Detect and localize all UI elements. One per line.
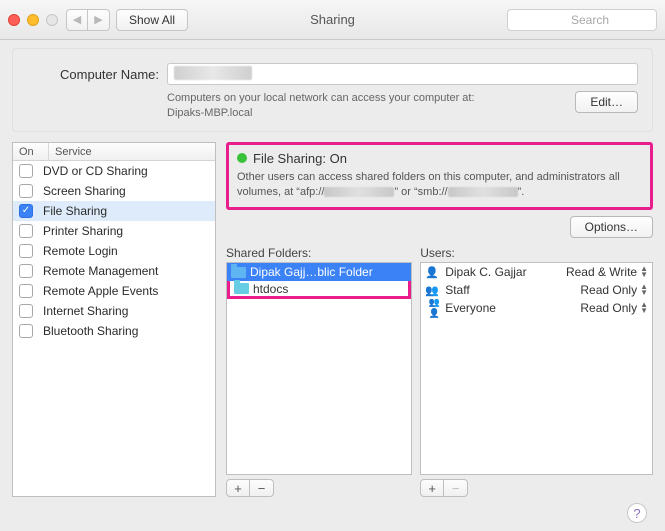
status-description: Other users can access shared folders on… (237, 170, 642, 200)
window-controls (8, 14, 58, 26)
service-row[interactable]: Remote Management (13, 261, 215, 281)
options-button[interactable]: Options… (570, 216, 653, 238)
service-checkbox[interactable] (19, 304, 33, 318)
computer-name-label: Computer Name: (27, 67, 159, 82)
user-name: Staff (445, 283, 574, 297)
service-label: Remote Login (43, 244, 118, 258)
sharing-prefpane: ◀ ▶ Show All Sharing 🔍 Computer Name: Co… (0, 0, 665, 531)
back-button[interactable]: ◀ (66, 9, 88, 31)
service-list: On Service DVD or CD Sharing Screen Shari… (12, 142, 216, 497)
shared-folders-label: Shared Folders: (226, 246, 412, 260)
user-row[interactable]: 👤 Dipak C. Gajjar Read & Write▲▼ (421, 263, 652, 281)
group-icon: 👥👤 (425, 297, 439, 319)
service-row[interactable]: Screen Sharing (13, 181, 215, 201)
titlebar: ◀ ▶ Show All Sharing 🔍 (0, 0, 665, 40)
folder-icon (231, 267, 246, 278)
user-permission-select[interactable]: Read Only▲▼ (580, 301, 648, 315)
service-row[interactable]: Printer Sharing (13, 221, 215, 241)
computer-name-hint: Computers on your local network can acce… (167, 91, 565, 121)
remove-shared-folder-button[interactable]: − (250, 479, 274, 497)
service-row[interactable]: Remote Login (13, 241, 215, 261)
shared-folders-list[interactable]: Dipak Gajj…blic Folder htdocs (226, 262, 412, 475)
service-checkbox[interactable] (19, 224, 33, 238)
service-label: Internet Sharing (43, 304, 128, 318)
afp-address-redacted (324, 187, 394, 197)
service-label: Bluetooth Sharing (43, 324, 138, 338)
add-user-button[interactable]: + (420, 479, 444, 497)
edit-hostname-button[interactable]: Edit… (575, 91, 638, 113)
stepper-icon: ▲▼ (640, 284, 648, 296)
minimize-icon[interactable] (27, 14, 39, 26)
pair-icon: 👥 (425, 284, 439, 297)
service-checkbox[interactable] (19, 244, 33, 258)
service-checkbox[interactable] (19, 324, 33, 338)
user-name: Everyone (445, 301, 574, 315)
user-permission-select[interactable]: Read Only▲▼ (580, 283, 648, 297)
service-row[interactable]: Remote Apple Events (13, 281, 215, 301)
service-label: Remote Apple Events (43, 284, 158, 298)
close-icon[interactable] (8, 14, 20, 26)
status-indicator-icon (237, 153, 247, 163)
column-on: On (13, 143, 49, 160)
shared-folder-label: htdocs (253, 282, 288, 296)
service-checkbox[interactable] (19, 284, 33, 298)
stepper-icon: ▲▼ (640, 302, 648, 314)
shared-folder-label: Dipak Gajj…blic Folder (250, 265, 373, 279)
status-title: File Sharing: On (253, 151, 347, 166)
service-row[interactable]: Internet Sharing (13, 301, 215, 321)
computer-name-redacted (174, 66, 252, 80)
service-label: Screen Sharing (43, 184, 126, 198)
computer-name-field[interactable] (167, 63, 638, 85)
content-area: Computer Name: Computers on your local n… (0, 40, 665, 531)
service-row[interactable]: DVD or CD Sharing (13, 161, 215, 181)
folder-icon (234, 283, 249, 294)
service-label: File Sharing (43, 204, 107, 218)
service-label: Remote Management (43, 264, 158, 278)
users-label: Users: (420, 246, 653, 260)
search-input[interactable] (507, 9, 657, 31)
add-shared-folder-button[interactable]: + (226, 479, 250, 497)
person-icon: 👤 (425, 266, 439, 279)
users-addremove: + − (420, 479, 653, 497)
users-list[interactable]: 👤 Dipak C. Gajjar Read & Write▲▼ 👥 Staff Read… (420, 262, 653, 475)
user-name: Dipak C. Gajjar (445, 265, 560, 279)
stepper-icon: ▲▼ (640, 266, 648, 278)
computer-name-section: Computer Name: Computers on your local n… (12, 48, 653, 132)
service-label: Printer Sharing (43, 224, 123, 238)
remove-user-button: − (444, 479, 468, 497)
service-checkbox[interactable]: ✓ (19, 204, 33, 218)
user-permission-select[interactable]: Read & Write▲▼ (566, 265, 648, 279)
footer: ? (12, 497, 653, 523)
status-callout: File Sharing: On Other users can access … (226, 142, 653, 211)
service-list-header: On Service (13, 143, 215, 161)
zoom-icon (46, 14, 58, 26)
show-all-button[interactable]: Show All (116, 9, 188, 31)
service-checkbox[interactable] (19, 164, 33, 178)
smb-address-redacted (448, 187, 518, 197)
search-field[interactable]: 🔍 (507, 9, 657, 31)
column-service: Service (49, 143, 215, 160)
forward-button: ▶ (88, 9, 110, 31)
help-button[interactable]: ? (627, 503, 647, 523)
service-row[interactable]: ✓ File Sharing (13, 201, 215, 221)
service-checkbox[interactable] (19, 184, 33, 198)
service-row[interactable]: Bluetooth Sharing (13, 321, 215, 341)
nav-back-forward: ◀ ▶ (66, 9, 110, 31)
service-label: DVD or CD Sharing (43, 164, 148, 178)
shared-folders-addremove: + − (226, 479, 412, 497)
service-checkbox[interactable] (19, 264, 33, 278)
user-row[interactable]: 👥 Staff Read Only▲▼ (421, 281, 652, 299)
user-row[interactable]: 👥👤 Everyone Read Only▲▼ (421, 299, 652, 317)
shared-folder-row[interactable]: htdocs (227, 281, 411, 299)
shared-folder-row[interactable]: Dipak Gajj…blic Folder (227, 263, 411, 281)
